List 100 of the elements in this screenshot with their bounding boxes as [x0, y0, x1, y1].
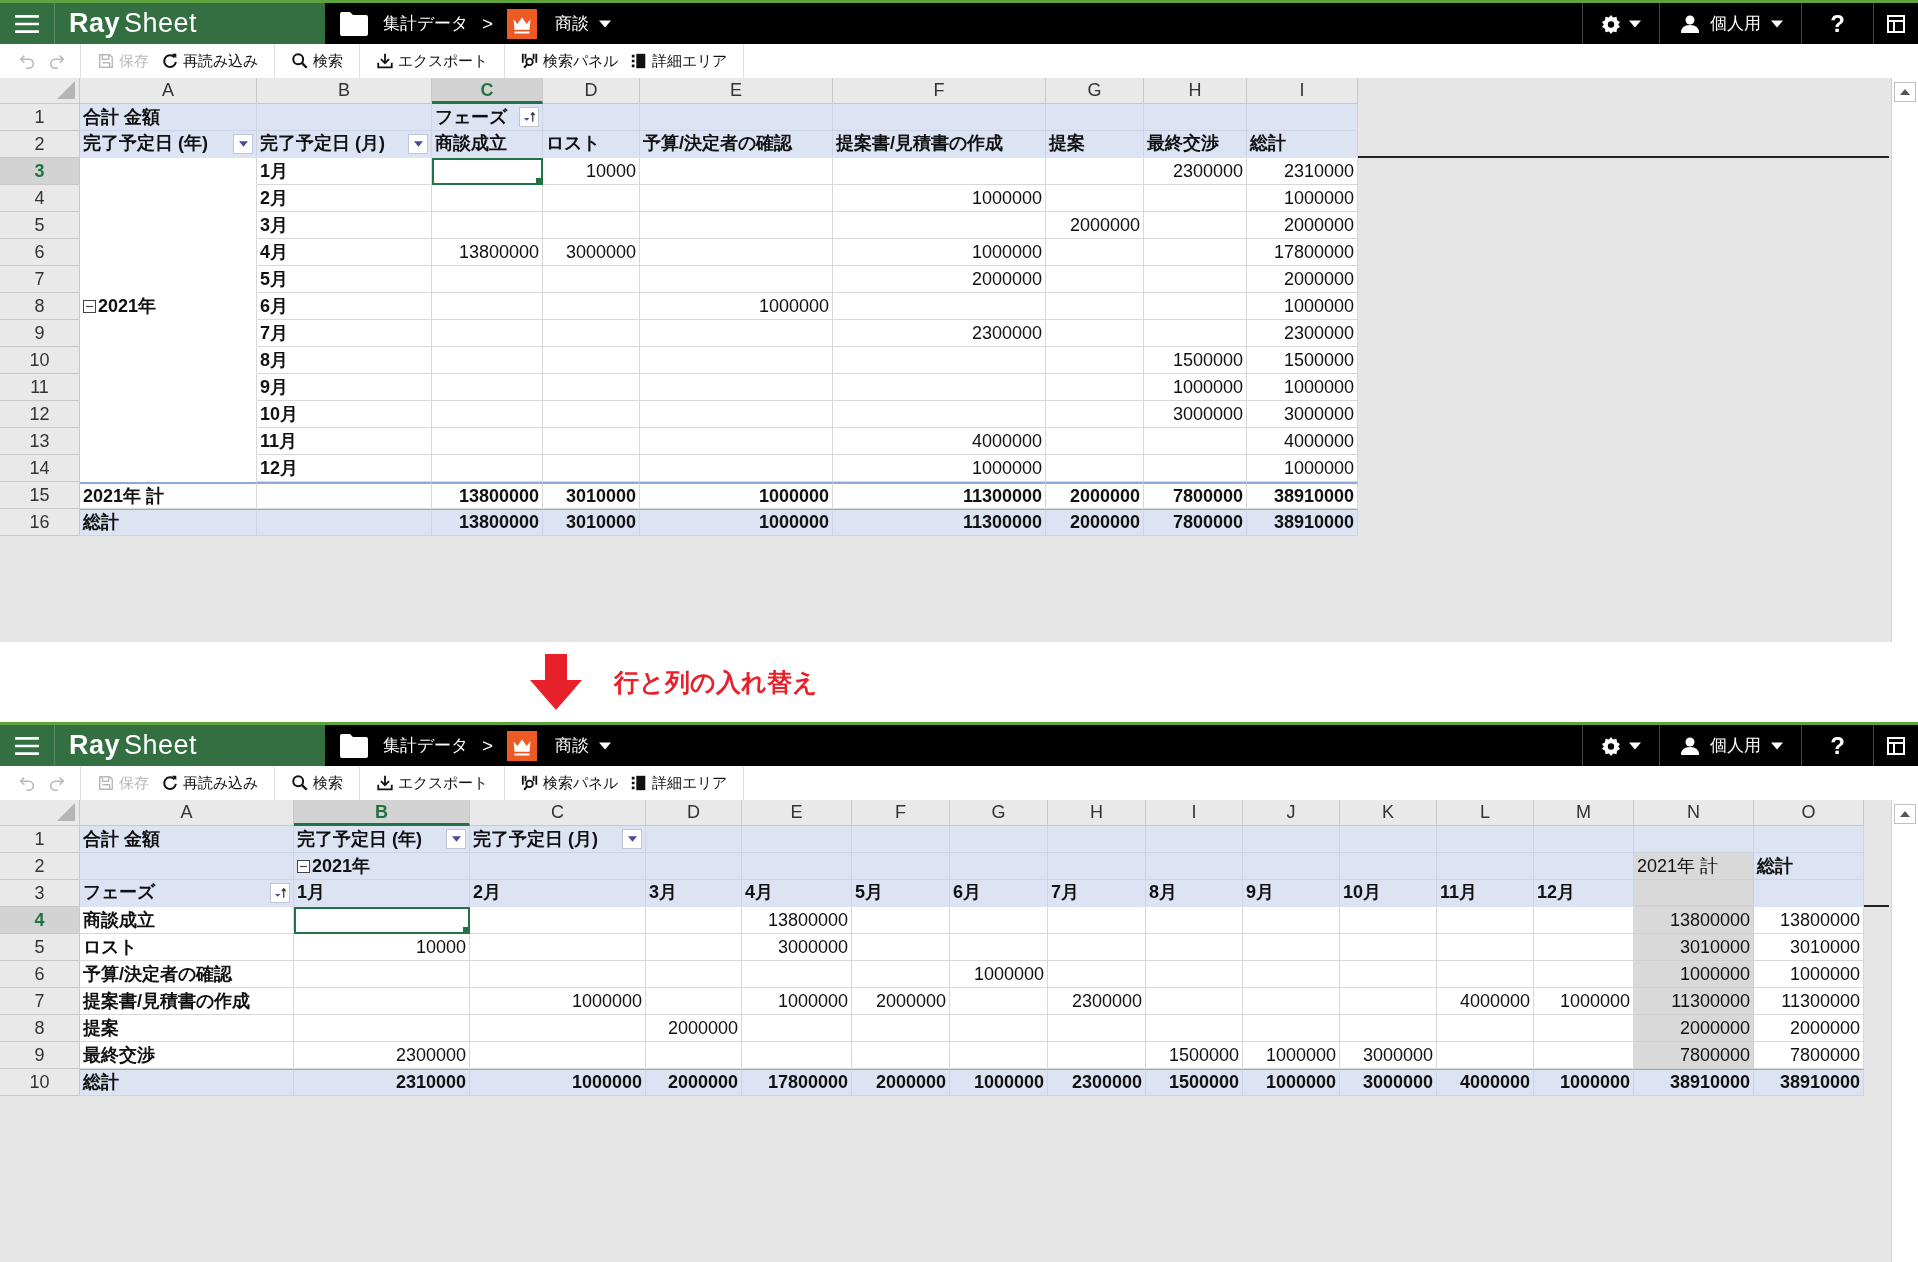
scrollbar[interactable] [1891, 800, 1918, 1262]
column-header[interactable]: A [80, 78, 257, 104]
row-header[interactable]: 13 [0, 428, 80, 455]
filter-dropdown-button[interactable] [408, 133, 428, 154]
column-header[interactable]: H [1144, 78, 1247, 104]
table-cell: 11300000 [833, 509, 1046, 536]
row-header[interactable]: 10 [0, 347, 80, 374]
row-header[interactable]: 8 [0, 293, 80, 320]
column-header[interactable]: N [1634, 800, 1754, 826]
export-button[interactable]: エクスポート [372, 49, 492, 73]
table-cell: 2021年 計 [1634, 853, 1754, 880]
column-header[interactable]: I [1247, 78, 1358, 104]
table-cell: 2021年 計 [80, 482, 257, 509]
table-cell: 総計 [80, 1069, 294, 1096]
table-dropdown[interactable]: 商談 [551, 734, 616, 757]
collapse-button[interactable] [297, 859, 310, 873]
folder-icon [339, 732, 369, 759]
column-header[interactable]: D [543, 78, 640, 104]
collapse-button[interactable] [83, 299, 96, 313]
scroll-up-button[interactable] [1894, 804, 1916, 824]
search-panel-button[interactable]: 検索パネル [517, 771, 622, 795]
table-cell: 7800000 [1754, 1042, 1864, 1069]
column-header[interactable]: A [80, 800, 294, 826]
row-header[interactable]: 4 [0, 907, 80, 934]
row-header[interactable]: 10 [0, 1069, 80, 1096]
row-header[interactable]: 1 [0, 826, 80, 853]
column-header[interactable]: C [470, 800, 646, 826]
caption-text: 行と列の入れ替え [614, 666, 818, 698]
row-header[interactable]: 12 [0, 401, 80, 428]
column-header[interactable]: C [432, 78, 543, 104]
row-header[interactable]: 11 [0, 374, 80, 401]
row-header[interactable]: 6 [0, 961, 80, 988]
column-header[interactable]: B [257, 78, 432, 104]
table-cell: 2000000 [1046, 482, 1144, 509]
row-header[interactable]: 7 [0, 266, 80, 293]
breadcrumb-link[interactable]: 集計データ [383, 12, 468, 35]
row-header[interactable]: 9 [0, 1042, 80, 1069]
table-cell: 9月 [257, 374, 432, 401]
table-cell: 3000000 [742, 934, 852, 961]
row-header[interactable]: 8 [0, 1015, 80, 1042]
column-header[interactable]: I [1146, 800, 1243, 826]
filter-dropdown-button[interactable] [622, 829, 642, 849]
search-button[interactable]: 検索 [287, 49, 347, 73]
export-button[interactable]: エクスポート [372, 771, 492, 795]
selected-cell[interactable] [432, 158, 543, 185]
sort-button[interactable] [270, 882, 290, 903]
filter-dropdown-button[interactable] [446, 829, 466, 849]
column-header[interactable]: J [1243, 800, 1340, 826]
row-header[interactable]: 2 [0, 853, 80, 880]
column-header[interactable]: G [1046, 78, 1144, 104]
redo-icon [48, 52, 66, 70]
table-cell: 3000000 [1340, 1069, 1437, 1096]
reload-button[interactable]: 再読み込み [157, 771, 262, 795]
table-cell: 2000000 [833, 266, 1046, 293]
breadcrumb-link[interactable]: 集計データ [383, 734, 468, 757]
row-header[interactable]: 16 [0, 509, 80, 536]
app-logo: RaySheet [69, 730, 198, 761]
table-cell: 合計 金額 [80, 826, 294, 853]
row-header[interactable]: 5 [0, 212, 80, 239]
column-header[interactable]: B [294, 800, 470, 826]
row-header[interactable]: 6 [0, 239, 80, 266]
column-header[interactable]: O [1754, 800, 1864, 826]
row-header[interactable]: 14 [0, 455, 80, 482]
column-header[interactable]: K [1340, 800, 1437, 826]
filter-dropdown-button[interactable] [233, 133, 253, 154]
column-header[interactable]: H [1048, 800, 1146, 826]
sort-button[interactable] [519, 107, 539, 127]
column-header[interactable]: M [1534, 800, 1634, 826]
table-cell: 2000000 [1634, 1015, 1754, 1042]
column-header[interactable]: E [640, 78, 833, 104]
column-header[interactable]: G [950, 800, 1048, 826]
detail-area-button[interactable]: 詳細エリア [626, 49, 731, 73]
column-header[interactable]: F [852, 800, 950, 826]
table-cell: 1000000 [1534, 988, 1634, 1015]
column-header[interactable]: E [742, 800, 852, 826]
search-button[interactable]: 検索 [287, 771, 347, 795]
table-cell: 3月 [646, 880, 742, 907]
table-cell: 2000000 [852, 1069, 950, 1096]
row-header[interactable]: 7 [0, 988, 80, 1015]
row-header[interactable]: 4 [0, 185, 80, 212]
row-header[interactable]: 9 [0, 320, 80, 347]
selected-cell[interactable] [294, 907, 470, 934]
reload-button[interactable]: 再読み込み [157, 49, 262, 73]
row-header[interactable]: 5 [0, 934, 80, 961]
search-panel-button[interactable]: 検索パネル [517, 49, 622, 73]
column-header[interactable]: F [833, 78, 1046, 104]
row-header[interactable]: 1 [0, 104, 80, 131]
table-cell: 1000000 [1247, 293, 1358, 320]
column-header[interactable]: D [646, 800, 742, 826]
detail-area-button[interactable]: 詳細エリア [626, 771, 731, 795]
table-dropdown[interactable]: 商談 [551, 12, 616, 35]
row-header[interactable]: 3 [0, 158, 80, 185]
row-header[interactable]: 2 [0, 131, 80, 158]
row-header[interactable]: 15 [0, 482, 80, 509]
table-cell: 11300000 [833, 482, 1046, 509]
table-cell: 1000000 [470, 988, 646, 1015]
scroll-up-button[interactable] [1894, 82, 1916, 102]
row-header[interactable]: 3 [0, 880, 80, 907]
caret-icon [599, 19, 612, 28]
column-header[interactable]: L [1437, 800, 1534, 826]
